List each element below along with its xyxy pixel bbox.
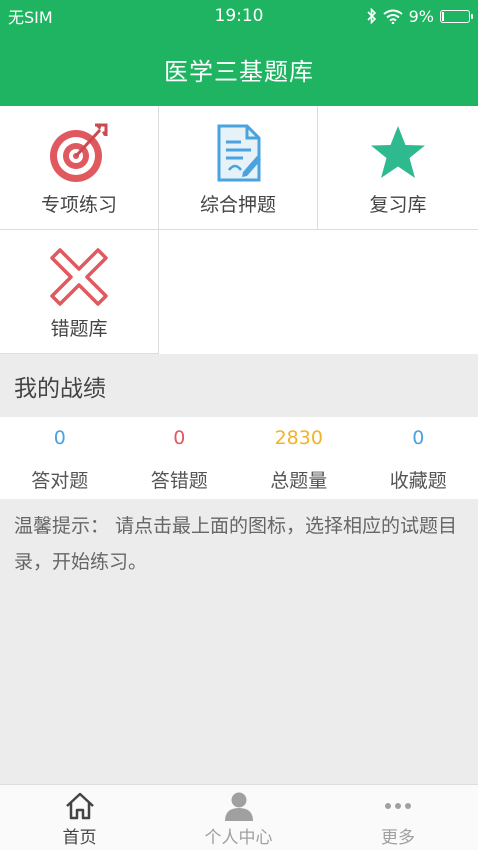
stat-wrong[interactable]: 0 答错题 [120,417,240,499]
nav-label: 首页 [62,828,97,848]
nav-more[interactable]: 更多 [318,785,478,850]
wifi-icon [382,9,403,24]
tile-special-practice[interactable]: 专项练习 [0,106,159,230]
nav-profile[interactable]: 个人中心 [159,785,318,850]
section-title: 我的战绩 [0,354,478,417]
stat-label: 收藏题 [389,470,447,492]
stat-value: 0 [173,427,186,449]
star-icon [371,126,425,178]
feature-grid: 专项练习 综合押题 复习库 错题库 [0,106,478,354]
status-bar: 无SIM 19:10 9% [0,0,478,32]
bottom-nav: 首页 个人中心 更多 [0,784,478,850]
user-icon [224,792,253,821]
document-pen-icon [217,124,261,182]
stat-label: 答错题 [150,470,208,492]
stat-value: 2830 [274,427,323,449]
more-icon [385,803,411,809]
stat-label: 答对题 [31,470,89,492]
app-header: 医学三基题库 [0,32,478,106]
page-title: 医学三基题库 [164,57,314,86]
section-title-text: 我的战绩 [14,375,106,402]
tip-text: 温馨提示： 请点击最上面的图标，选择相应的试题目录，开始练习。 [14,515,458,573]
tile-label: 错题库 [50,318,108,340]
bluetooth-icon [367,8,376,24]
nav-home[interactable]: 首页 [0,785,159,850]
tile-label: 综合押题 [199,194,276,216]
stat-value: 0 [412,427,425,449]
stat-favorites[interactable]: 0 收藏题 [359,417,478,499]
tile-wrong-bank[interactable]: 错题库 [0,230,159,354]
cross-icon [50,248,108,306]
target-icon [50,123,108,182]
stat-label: 总题量 [270,470,328,492]
status-icons: 9% [367,6,473,26]
battery-icon [440,9,473,23]
stat-value: 0 [53,427,66,449]
stats-bar: 0 答对题 0 答错题 2830 总题量 0 收藏题 [0,417,478,499]
tile-label: 复习库 [369,194,427,216]
nav-label: 个人中心 [204,828,273,848]
stat-correct[interactable]: 0 答对题 [0,417,120,499]
nav-label: 更多 [381,828,415,848]
stat-total[interactable]: 2830 总题量 [239,417,359,499]
home-icon [65,792,94,820]
battery-fill [442,11,444,21]
tile-comprehensive-exam[interactable]: 综合押题 [159,106,318,230]
tile-review-bank[interactable]: 复习库 [318,106,478,230]
tile-label: 专项练习 [40,194,117,216]
battery-percent: 9% [408,6,434,26]
